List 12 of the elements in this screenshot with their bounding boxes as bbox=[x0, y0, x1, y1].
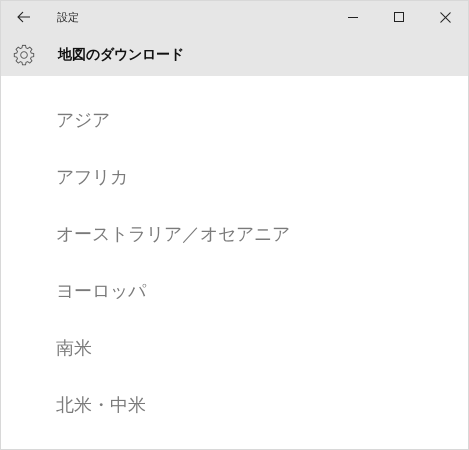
close-icon bbox=[440, 12, 450, 22]
window-title: 設定 bbox=[57, 10, 80, 24]
back-arrow-icon bbox=[17, 11, 31, 23]
region-link[interactable]: アジア bbox=[56, 92, 110, 149]
region-link[interactable]: ヨーロッパ bbox=[56, 263, 146, 320]
settings-icon bbox=[13, 44, 35, 66]
region-link[interactable]: オーストラリア／オセアニア bbox=[56, 206, 290, 263]
maximize-icon bbox=[394, 12, 404, 22]
page-title: 地図のダウンロード bbox=[58, 46, 184, 64]
region-link[interactable]: アフリカ bbox=[56, 149, 128, 206]
region-link[interactable]: 北米・中米 bbox=[56, 377, 146, 434]
region-link[interactable]: 南米 bbox=[56, 320, 92, 377]
